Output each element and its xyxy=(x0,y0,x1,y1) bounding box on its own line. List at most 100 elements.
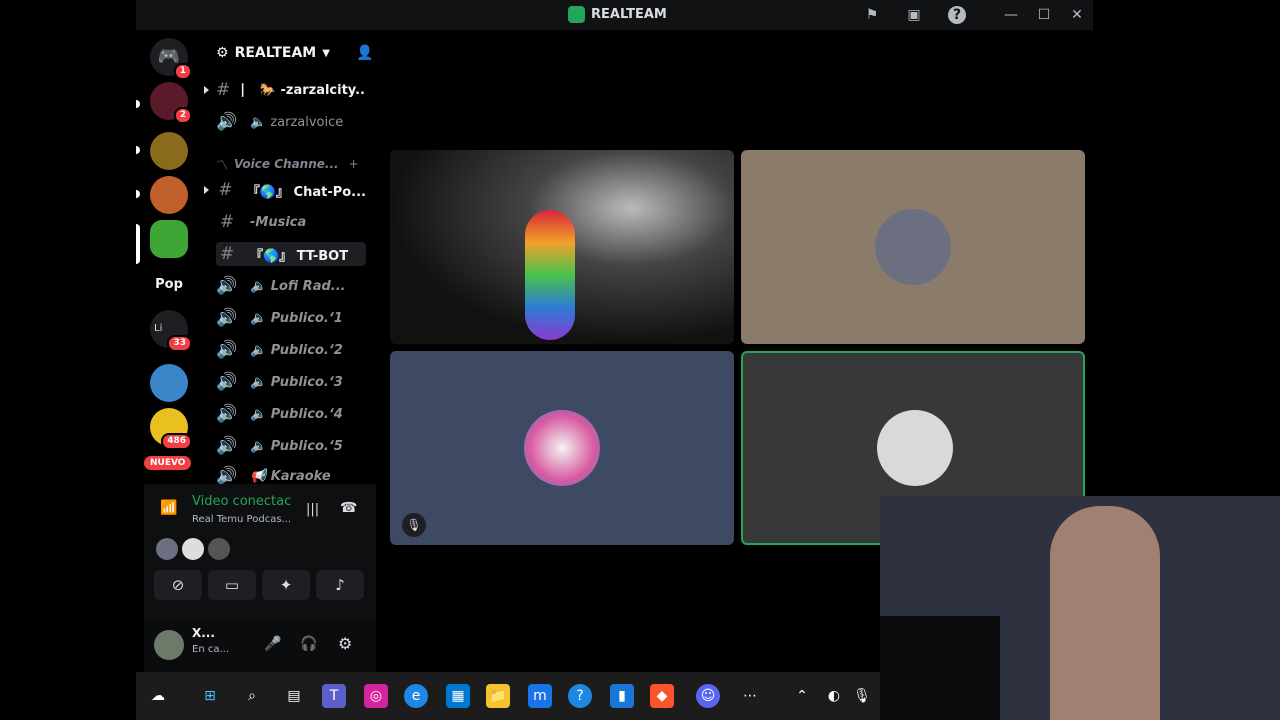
server-icon-6[interactable]: 486 xyxy=(150,408,192,450)
mic-icon[interactable]: 🎤 xyxy=(264,636,281,652)
discord-home-button[interactable]: 🎮 1 xyxy=(150,38,192,80)
category-voice-channels[interactable]: 〽 Voice Channe... + xyxy=(216,152,366,176)
speaker-icon: 🔊 xyxy=(216,340,238,360)
server-icon-3[interactable] xyxy=(150,176,188,214)
chevron-down-icon: ▼ xyxy=(322,47,330,59)
avatar xyxy=(156,538,178,560)
folder-label: Pop xyxy=(155,277,183,292)
avatar[interactable] xyxy=(154,630,184,660)
unread-pill xyxy=(136,146,140,154)
inbox-icon[interactable]: ▣ xyxy=(905,6,923,24)
disconnect-icon[interactable]: ☎ xyxy=(340,500,357,516)
channel-item[interactable]: 🔊 🔈 Publico.‘4 xyxy=(216,402,366,426)
hash-icon: # xyxy=(219,212,235,232)
collapse-arrow-icon xyxy=(204,186,210,194)
server-li-label: Li xyxy=(154,323,163,334)
maximize-icon[interactable]: ☐ xyxy=(1035,6,1053,24)
video-tile-3[interactable]: 🎙 xyxy=(390,351,734,545)
camera-off-icon[interactable]: ⊘ xyxy=(154,570,202,600)
title-bar: REALTEAM ⚑ ▣ ? — ☐ ✕ xyxy=(136,0,1093,30)
help-icon[interactable]: ? xyxy=(568,684,592,708)
close-icon[interactable]: ✕ xyxy=(1068,6,1086,24)
gear-icon: ⚙ xyxy=(216,45,229,61)
minimize-icon[interactable]: — xyxy=(1002,6,1020,24)
start-icon[interactable]: ⊞ xyxy=(198,684,222,708)
server-icon xyxy=(568,6,585,23)
speaker-icon: 🔊 xyxy=(216,308,238,328)
channel-item[interactable]: 🔊 🔈 Publico.‘5 xyxy=(216,434,366,458)
help-icon[interactable]: ? xyxy=(948,6,966,24)
sock-puppet-image xyxy=(525,210,575,340)
voice-status[interactable]: Video conectac xyxy=(192,494,312,509)
channel-item[interactable]: 🔊 🔈 Publico.‘3 xyxy=(216,370,366,394)
username[interactable]: X... xyxy=(192,626,215,640)
server-badge: 2 xyxy=(173,107,192,124)
speaker-icon: 🔊 xyxy=(216,112,238,132)
add-channel-icon[interactable]: + xyxy=(349,157,359,171)
noise-suppression-icon[interactable]: ||| xyxy=(306,502,319,517)
server-icon-2[interactable] xyxy=(150,132,188,170)
speaker-icon: 🔊 xyxy=(216,404,238,424)
webcam-person xyxy=(1050,506,1160,720)
webcam-overlay xyxy=(880,496,1280,720)
channel-item[interactable]: 🔊 🔈 Publico.‘1 xyxy=(216,306,366,330)
collapse-arrow-icon xyxy=(204,86,210,94)
avatar xyxy=(875,209,951,285)
unread-pill xyxy=(136,190,140,198)
task-view-icon[interactable]: ▤ xyxy=(282,684,306,708)
server-badge: 33 xyxy=(167,335,192,352)
instagram-icon[interactable]: ◎ xyxy=(364,684,388,708)
store-icon[interactable]: ▦ xyxy=(446,684,470,708)
user-panel: X... En ca... 🎤 🎧 ⚙ xyxy=(144,620,376,672)
chevron-up-icon[interactable]: ⌃ xyxy=(790,684,814,708)
screen-share-icon[interactable]: ▭ xyxy=(208,570,256,600)
server-icon-1[interactable]: 2 xyxy=(150,82,192,124)
participant-avatars xyxy=(156,538,230,560)
brave-icon[interactable]: ◆ xyxy=(650,684,674,708)
new-badge[interactable]: NUEVO xyxy=(144,456,192,470)
speaker-icon: 🔊 xyxy=(216,466,238,486)
app-icon[interactable]: m xyxy=(528,684,552,708)
channel-item[interactable]: 🔊 🔈 Lofi Rad... xyxy=(216,274,366,298)
server-header[interactable]: ⚙ REALTEAM ▼ 👤 xyxy=(216,42,376,64)
discord-icon[interactable]: ☺ xyxy=(696,684,720,708)
flag-icon[interactable]: ⚑ xyxy=(863,6,881,24)
discord-tray-icon[interactable]: ◐ xyxy=(822,684,846,708)
signal-icon[interactable]: 📶 xyxy=(160,500,177,516)
edge-icon[interactable]: e xyxy=(404,684,428,708)
teams-icon[interactable]: T xyxy=(322,684,346,708)
gear-icon[interactable]: ⚙ xyxy=(338,634,352,653)
add-member-icon[interactable]: 👤 xyxy=(356,45,373,61)
channel-item[interactable]: 🔊 🔈 zarzalvoice xyxy=(216,110,366,134)
channel-item[interactable]: # -Musica xyxy=(216,210,366,234)
muted-mic-icon: 🎙 xyxy=(402,513,426,537)
soundboard-icon[interactable]: ♪ xyxy=(316,570,364,600)
voice-connection-panel: 📶 Video conectac Real Temu Podcas... |||… xyxy=(144,484,376,672)
activities-icon[interactable]: ✦ xyxy=(262,570,310,600)
video-tile-2[interactable] xyxy=(741,150,1085,344)
speaker-icon: 🔊 xyxy=(216,436,238,456)
server-icon-5[interactable] xyxy=(150,364,188,402)
mic-icon[interactable]: 🎙 xyxy=(850,684,874,708)
video-tile-camera[interactable] xyxy=(390,150,734,344)
server-icon-4[interactable] xyxy=(150,220,188,258)
file-explorer-icon[interactable]: 📁 xyxy=(486,684,510,708)
server-name: REALTEAM xyxy=(234,45,317,61)
channel-item[interactable]: # ⎸ 🐎 -zarzalcity... xyxy=(216,78,366,102)
server-icon-li[interactable]: Li 33 xyxy=(150,310,192,352)
speaker-icon: 🔊 xyxy=(216,276,238,296)
headphones-icon[interactable]: 🎧 xyxy=(300,636,317,652)
window-title-text: REALTEAM xyxy=(591,7,667,22)
search-icon[interactable]: ⌕ xyxy=(240,684,264,708)
channel-item[interactable]: # 『🌎』 Chat-Po... xyxy=(216,178,366,202)
more-icon[interactable]: ⋯ xyxy=(738,684,762,708)
hash-icon: # xyxy=(216,80,231,100)
weather-icon[interactable]: ☁ xyxy=(146,684,170,708)
user-status: En ca... xyxy=(192,644,229,655)
app-icon[interactable]: ▮ xyxy=(610,684,634,708)
voice-channel-name[interactable]: Real Temu Podcas... xyxy=(192,514,291,525)
folder-pop[interactable]: Pop xyxy=(150,266,188,304)
channel-item-selected[interactable]: # 『🌎』 TT-BOT xyxy=(216,242,366,266)
channel-item[interactable]: 🔊 🔈 Publico.‘2 xyxy=(216,338,366,362)
webcam-chair xyxy=(880,616,1000,720)
